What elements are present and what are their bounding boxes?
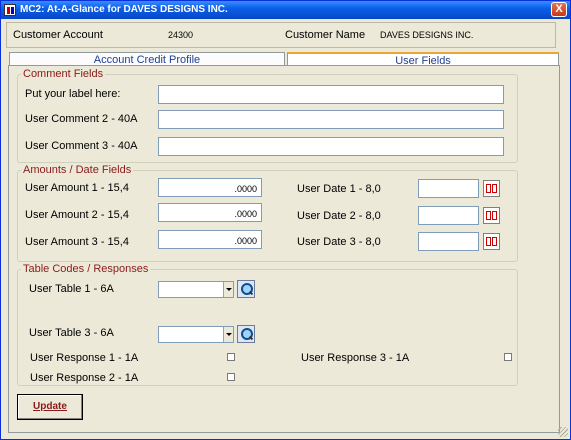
customer-account-value: 24300 [168, 30, 194, 40]
table-3-search-icon[interactable] [237, 325, 255, 343]
window-title: MC2: At-A-Glance for DAVES DESIGNS INC. [20, 4, 228, 15]
amounts-date-title: Amounts / Date Fields [21, 164, 134, 176]
date-2-label: User Date 2 - 8,0 [297, 210, 381, 222]
table-1-search-icon[interactable] [237, 280, 255, 298]
comment-3-label: User Comment 3 - 40A [25, 140, 138, 152]
customer-name-label: Customer Name [285, 29, 366, 41]
response-1-checkbox[interactable] [227, 353, 235, 361]
date-2-input[interactable] [418, 206, 479, 225]
amount-1-label: User Amount 1 - 15,4 [25, 182, 129, 194]
table-3-label: User Table 3 - 6A [29, 327, 114, 339]
customer-account-label: Customer Account [13, 29, 103, 41]
response-2-checkbox[interactable] [227, 373, 235, 381]
date-2-calendar-icon[interactable] [483, 207, 500, 224]
chevron-down-icon[interactable] [223, 282, 233, 297]
comment-1-input[interactable] [158, 85, 504, 104]
comment-2-input[interactable] [158, 110, 504, 129]
comment-fields-title: Comment Fields [21, 68, 106, 80]
update-button[interactable]: Update [17, 394, 83, 420]
comment-1-label: Put your label here: [25, 88, 121, 100]
date-3-label: User Date 3 - 8,0 [297, 236, 381, 248]
customer-header: Customer Account 24300 Customer Name DAV… [6, 22, 556, 48]
amount-1-input[interactable] [158, 178, 262, 197]
title-bar[interactable]: MC2: At-A-Glance for DAVES DESIGNS INC. … [1, 1, 570, 19]
chevron-down-icon[interactable] [223, 327, 233, 342]
comment-3-input[interactable] [158, 137, 504, 156]
table-codes-title: Table Codes / Responses [21, 263, 151, 275]
table-1-combo[interactable] [158, 281, 234, 298]
table-1-label: User Table 1 - 6A [29, 283, 114, 295]
app-window: MC2: At-A-Glance for DAVES DESIGNS INC. … [0, 0, 571, 440]
amount-3-label: User Amount 3 - 15,4 [25, 236, 129, 248]
app-icon [4, 4, 16, 16]
response-3-checkbox[interactable] [504, 353, 512, 361]
date-1-calendar-icon[interactable] [483, 180, 500, 197]
customer-name-value: DAVES DESIGNS INC. [380, 30, 474, 40]
amount-3-input[interactable] [158, 230, 262, 249]
response-3-label: User Response 3 - 1A [301, 352, 410, 364]
response-1-label: User Response 1 - 1A [30, 352, 139, 364]
date-3-calendar-icon[interactable] [483, 233, 500, 250]
amount-2-label: User Amount 2 - 15,4 [25, 209, 129, 221]
table-3-combo[interactable] [158, 326, 234, 343]
resize-grip-icon[interactable] [558, 427, 568, 437]
response-2-label: User Response 2 - 1A [30, 372, 139, 384]
comment-2-label: User Comment 2 - 40A [25, 113, 138, 125]
close-button[interactable]: X [551, 2, 567, 17]
date-1-label: User Date 1 - 8,0 [297, 183, 381, 195]
date-3-input[interactable] [418, 232, 479, 251]
amount-2-input[interactable] [158, 203, 262, 222]
date-1-input[interactable] [418, 179, 479, 198]
